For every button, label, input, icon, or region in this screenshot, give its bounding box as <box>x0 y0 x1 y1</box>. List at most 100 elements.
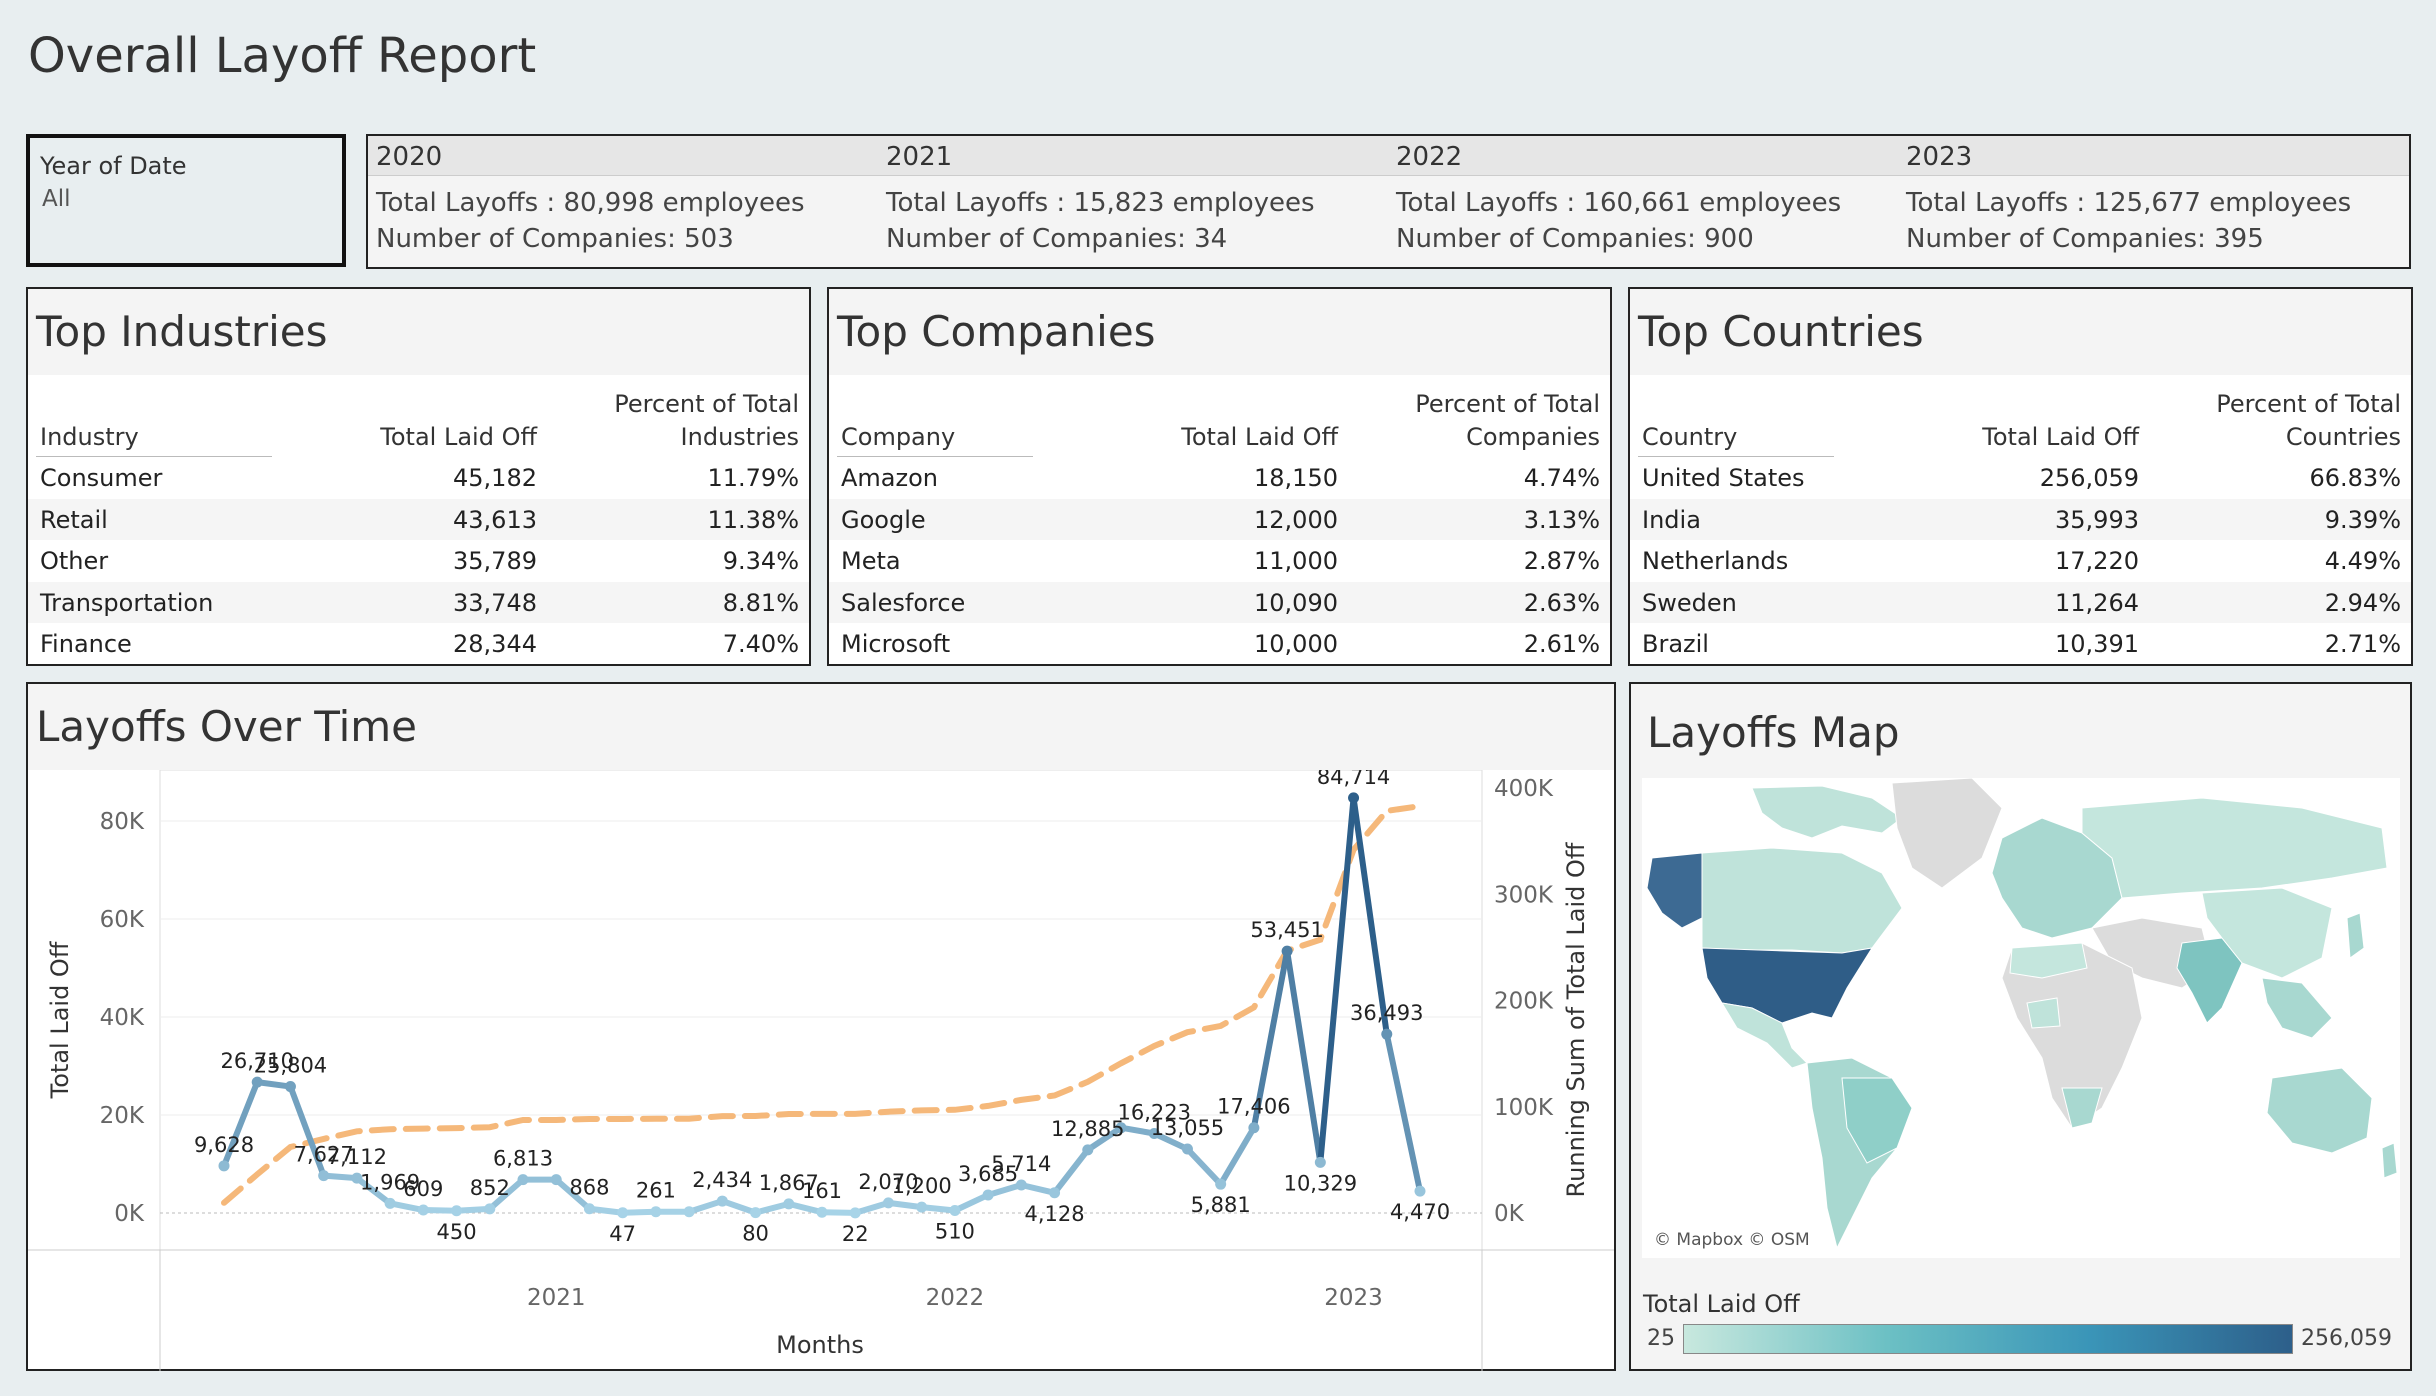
col-header-name[interactable]: Industry <box>40 421 139 454</box>
layoffs-line-segment <box>1317 794 1357 1166</box>
col-header-value[interactable]: Total Laid Off <box>1982 421 2139 454</box>
year-filter[interactable]: Year of Date All <box>26 134 346 267</box>
map-title: Layoffs Map <box>1647 708 1900 757</box>
kpi-total: Total Layoffs : 160,661 employees <box>1396 188 1842 218</box>
table-row[interactable]: Microsoft 10,000 2.61% <box>829 623 1610 665</box>
data-label: 261 <box>636 1179 676 1203</box>
data-label: 450 <box>437 1220 477 1244</box>
col-header-name[interactable]: Company <box>841 421 955 454</box>
running-sum-line <box>221 803 1423 1206</box>
data-point <box>1348 792 1360 804</box>
data-point <box>849 1207 861 1219</box>
countries-table: Country Total Laid Off Percent of Total … <box>1630 375 2411 665</box>
y-tick-label: 0K <box>114 1201 145 1227</box>
layoffs-line-segment <box>1217 1124 1257 1188</box>
data-label: 84,714 <box>1317 770 1390 789</box>
table-row[interactable]: Salesforce 10,090 2.63% <box>829 581 1610 623</box>
col-header-value[interactable]: Total Laid Off <box>1181 421 1338 454</box>
data-label: 609 <box>403 1177 443 1201</box>
data-point <box>982 1189 994 1201</box>
layoffs-line-segment <box>1184 1146 1224 1188</box>
data-point <box>1381 1028 1393 1040</box>
col-header-percent[interactable]: Percent of Total Countries <box>2216 388 2401 454</box>
kpi-year: 2023 <box>1906 142 1973 172</box>
data-point <box>1314 1156 1326 1168</box>
legend-color-bar <box>1683 1324 2293 1354</box>
layoffs-line-segment <box>951 1191 992 1214</box>
kpi-year: 2022 <box>1396 142 1463 172</box>
data-point <box>1248 1122 1260 1134</box>
page-title: Overall Layoff Report <box>28 28 537 84</box>
table-row[interactable]: Finance 28,344 7.40% <box>28 623 809 665</box>
data-point <box>1215 1178 1227 1190</box>
chart-title: Layoffs Over Time <box>36 702 418 751</box>
y-tick-label: 20K <box>100 1103 145 1129</box>
layoffs-line-chart[interactable]: 0K 20K 40K 60K 80K 0K 100K 200K 300K 400K Total La… <box>28 770 1614 1371</box>
data-label: 36,493 <box>1350 1001 1423 1025</box>
table-row[interactable]: Consumer 45,182 11.79% <box>28 457 809 499</box>
table-row[interactable]: Brazil 10,391 2.71% <box>1630 623 2411 665</box>
top-industries-panel: Top Industries Industry Total Laid Off P… <box>26 287 811 666</box>
layoffs-line-segment <box>1383 1031 1423 1195</box>
table-row[interactable]: Meta 11,000 2.87% <box>829 540 1610 582</box>
data-label: 510 <box>935 1220 975 1244</box>
layoffs-line-segment <box>1051 1146 1091 1196</box>
table-row[interactable]: United States 256,059 66.83% <box>1630 457 2411 499</box>
kpi-header <box>368 136 2409 176</box>
table-header: Company Total Laid Off Percent of Total … <box>829 375 1610 457</box>
table-header: Country Total Laid Off Percent of Total … <box>1630 375 2411 457</box>
table-row[interactable]: Retail 43,613 11.38% <box>28 498 809 540</box>
layoffs-line-segment <box>1284 948 1324 1166</box>
nigeria-shape <box>2026 997 2061 1029</box>
kpi-companies: Number of Companies: 900 <box>1396 224 1754 254</box>
data-point <box>650 1206 662 1218</box>
data-label: 7,112 <box>327 1145 387 1169</box>
industries-table: Industry Total Laid Off Percent of Total… <box>28 375 809 665</box>
data-label: 161 <box>802 1179 842 1203</box>
kpi-summary: 2020 Total Layoffs : 80,998 employees Nu… <box>366 134 2411 269</box>
y-right-tick-label: 300K <box>1494 882 1554 908</box>
data-label: 852 <box>470 1176 510 1200</box>
table-row[interactable]: Google 12,000 3.13% <box>829 498 1610 540</box>
data-label: 10,329 <box>1284 1171 1357 1195</box>
canada-islands-shape <box>1751 785 1903 839</box>
data-label: 5,714 <box>991 1152 1051 1176</box>
panel-title: Top Countries <box>1638 307 1924 356</box>
data-point <box>783 1198 795 1210</box>
data-label: 868 <box>569 1176 609 1200</box>
table-row[interactable]: Amazon 18,150 4.74% <box>829 457 1610 499</box>
table-header: Industry Total Laid Off Percent of Total… <box>28 375 809 457</box>
table-row[interactable]: Transportation 33,748 8.81% <box>28 581 809 623</box>
x-tick-label: 2021 <box>527 1285 586 1311</box>
kpi-total: Total Layoffs : 125,677 employees <box>1906 188 2352 218</box>
russia-shape <box>2081 797 2388 899</box>
legend-max: 256,059 <box>2301 1326 2392 1351</box>
kpi-total: Total Layoffs : 15,823 employees <box>886 188 1315 218</box>
table-row[interactable]: Other 35,789 9.34% <box>28 540 809 582</box>
data-point <box>1082 1144 1094 1156</box>
se-asia-shape <box>2261 977 2333 1039</box>
data-point <box>251 1076 263 1088</box>
data-point <box>1414 1185 1426 1197</box>
panel-title: Top Industries <box>36 307 328 356</box>
layoffs-over-time-panel: Layoffs Over Time 0K 20K 40K 60K 80K 0K 100K 20… <box>26 682 1616 1371</box>
greenland-shape <box>1891 778 2003 889</box>
world-map[interactable]: © Mapbox © OSM <box>1642 778 2400 1258</box>
table-row[interactable]: India 35,993 9.39% <box>1630 498 2411 540</box>
col-header-name[interactable]: Country <box>1642 421 1737 454</box>
col-header-percent[interactable]: Percent of Total Companies <box>1415 388 1600 454</box>
filter-value[interactable]: All <box>42 186 71 212</box>
data-point <box>517 1174 529 1186</box>
table-row[interactable]: Netherlands 17,220 4.49% <box>1630 540 2411 582</box>
map-attribution[interactable]: © Mapbox © OSM <box>1654 1230 1810 1250</box>
data-label: 1,200 <box>892 1174 952 1198</box>
data-point <box>384 1197 396 1209</box>
col-header-percent[interactable]: Percent of Total Industries <box>614 388 799 454</box>
table-row[interactable]: Sweden 11,264 2.94% <box>1630 581 2411 623</box>
world-map-svg <box>1646 778 2398 1250</box>
y-right-tick-label: 200K <box>1494 989 1554 1015</box>
data-point <box>882 1197 894 1209</box>
col-header-value[interactable]: Total Laid Off <box>380 421 537 454</box>
y-right-tick-label: 100K <box>1494 1095 1554 1121</box>
kpi-year: 2021 <box>886 142 953 172</box>
